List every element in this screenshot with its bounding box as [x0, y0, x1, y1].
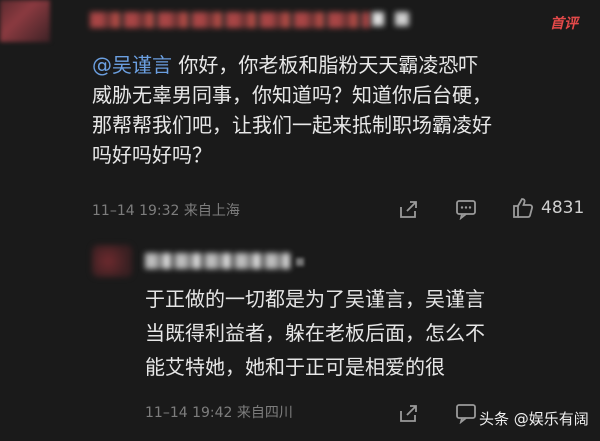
poster-name-blurred [90, 12, 370, 28]
comment-line-4: 吗好吗好吗？ [92, 143, 212, 167]
reply-text: 于正做的一切都是为了吴谨言，吴谨言 当既得利益者，躲在老板后面，怎么不 能艾特她，她… [145, 282, 585, 384]
reply-avatar[interactable] [92, 245, 132, 277]
reply-comment-icon[interactable] [455, 402, 477, 424]
main-comment-text: @吴谨言 你好，你老板和脂粉天天霸凌恐吓威胁无辜男同事，你知道吗？知道你后台硬，… [92, 50, 592, 170]
reply-line-3: 能艾特她，她和于正可是相爱的很 [145, 355, 445, 379]
reply-line-2: 当既得利益者，躲在老板后面，怎么不 [145, 321, 485, 345]
like-count: 4831 [541, 198, 585, 218]
first-comment-badge: 首评 [550, 16, 578, 32]
comment-icon[interactable] [455, 198, 477, 220]
comment-meta: 11–14 19:32 来自上海 [92, 203, 240, 219]
reply-meta: 11–14 19:42 来自四川 [145, 405, 293, 421]
mention-link[interactable]: @吴谨言 [92, 53, 172, 77]
reply-line-1: 于正做的一切都是为了吴谨言，吴谨言 [145, 287, 485, 311]
comment-line-3: 那帮帮我们吧，让我们一起来抵制职场霸凌好 [92, 113, 492, 137]
watermark: 头条 @娱乐有阔 [479, 410, 589, 428]
reply-author-badge-blurred [296, 258, 304, 266]
screenshot: { "header": { "badge_text": "首评", "badge… [0, 0, 600, 441]
reply-share-icon[interactable] [398, 402, 420, 424]
comment-line-2: 威胁无辜男同事，你知道吗？知道你后台硬， [92, 83, 492, 107]
poster-name-blurred-3 [395, 12, 409, 26]
top-bar: 首评 [0, 0, 600, 42]
comment-line-1: 你好，你老板和脂粉天天霸凌恐吓 [172, 53, 479, 77]
reply-author-name-blurred [145, 253, 290, 269]
share-icon[interactable] [398, 198, 420, 220]
poster-name-blurred-2 [372, 12, 384, 26]
thumbs-up-icon[interactable] [511, 196, 535, 220]
poster-avatar[interactable] [0, 0, 50, 42]
